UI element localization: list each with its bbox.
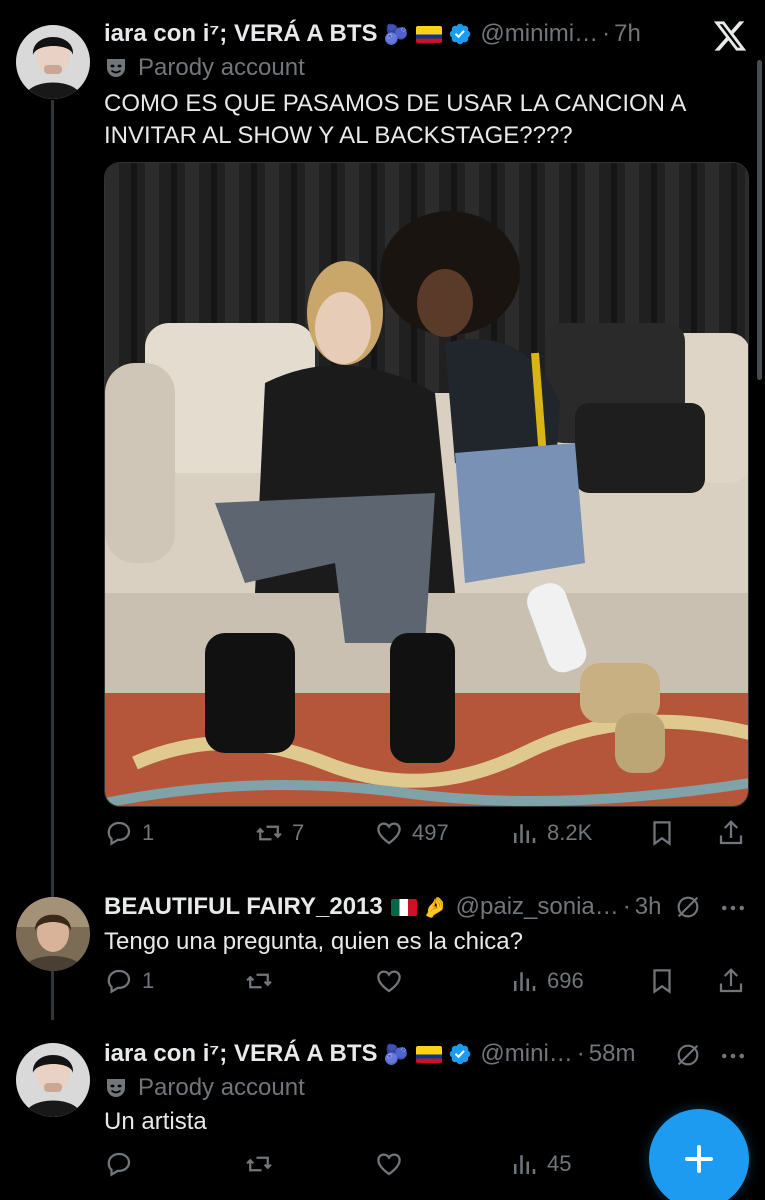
bookmark-icon xyxy=(653,969,671,994)
verified-badge-icon xyxy=(450,23,471,45)
thread-connector-line xyxy=(51,100,54,1020)
repost-icon xyxy=(246,1156,272,1172)
reply-actions: 1 696 xyxy=(104,966,744,1002)
scrollbar[interactable] xyxy=(757,60,762,380)
reply-count: 1 xyxy=(142,968,155,993)
compose-button[interactable] xyxy=(649,1109,749,1200)
reply-button[interactable] xyxy=(104,1149,142,1179)
views-count: 696 xyxy=(547,968,584,993)
reply-header: BEAUTIFUL FAIRY_2013 🤌 @paiz_sonia… · 3h xyxy=(104,893,745,921)
repost-button[interactable] xyxy=(244,966,282,996)
like-icon xyxy=(377,1153,401,1176)
blueberry-emoji-icon: 🫐 xyxy=(383,23,409,46)
bookmark-button[interactable] xyxy=(647,966,685,996)
reply-count: 1 xyxy=(142,820,155,845)
author-name[interactable]: BEAUTIFUL FAIRY_2013 xyxy=(104,893,383,921)
views-button[interactable]: 45 xyxy=(509,1149,571,1179)
views-icon xyxy=(514,824,536,843)
like-icon xyxy=(377,822,401,845)
bookmark-icon xyxy=(653,821,671,846)
parody-label-text: Parody account xyxy=(138,1074,305,1101)
parody-label: Parody account xyxy=(104,1074,305,1102)
reply-icon xyxy=(107,821,131,846)
like-button[interactable]: 497 xyxy=(374,818,449,848)
reply-header: iara con i⁷; VERÁ A BTS 🫐 @mini… · 58m xyxy=(104,1040,745,1068)
compose-plus-icon xyxy=(685,1145,713,1173)
repost-icon xyxy=(246,973,272,989)
views-icon xyxy=(514,1155,536,1174)
tweet-header: iara con i⁷; VERÁ A BTS 🫐 @minimi… · 7h xyxy=(104,20,745,48)
timestamp[interactable]: 3h xyxy=(635,893,662,921)
share-button[interactable] xyxy=(716,966,754,996)
repost-count: 7 xyxy=(292,820,305,845)
author-name[interactable]: iara con i⁷; VERÁ A BTS xyxy=(104,20,378,48)
share-button[interactable] xyxy=(716,818,754,848)
parody-mask-icon xyxy=(107,59,125,77)
like-button[interactable] xyxy=(374,1149,412,1179)
tweet-photo[interactable] xyxy=(104,162,749,807)
reply-button[interactable]: 1 xyxy=(104,818,154,848)
reply-button[interactable]: 1 xyxy=(104,966,154,996)
avatar[interactable] xyxy=(16,897,90,971)
views-button[interactable]: 8.2K xyxy=(509,818,592,848)
share-icon xyxy=(719,820,743,845)
verified-badge-icon xyxy=(450,1043,471,1065)
timestamp[interactable]: 58m xyxy=(589,1040,636,1068)
repost-button[interactable] xyxy=(244,1149,282,1179)
blueberry-emoji-icon: 🫐 xyxy=(383,1043,409,1066)
author-handle[interactable]: @mini… xyxy=(480,1040,572,1068)
reply-icon xyxy=(107,1152,131,1177)
mexico-flag-icon xyxy=(390,898,417,916)
like-icon xyxy=(377,970,401,993)
parody-label-text: Parody account xyxy=(138,54,305,81)
grok-icon[interactable] xyxy=(674,893,702,921)
reply-actions: 45 xyxy=(104,1149,744,1185)
more-icon[interactable] xyxy=(718,893,748,923)
like-button[interactable] xyxy=(374,966,412,996)
views-count: 45 xyxy=(547,1151,572,1176)
more-icon[interactable] xyxy=(718,1041,748,1071)
avatar[interactable] xyxy=(16,1043,90,1117)
reply-icon xyxy=(107,969,131,994)
separator-dot: · xyxy=(602,20,611,47)
reply-text: Tengo una pregunta, quien es la chica? xyxy=(104,928,523,955)
separator-dot: · xyxy=(622,893,631,920)
timestamp[interactable]: 7h xyxy=(614,20,641,48)
avatar[interactable] xyxy=(16,25,90,99)
tweet-text: COMO ES QUE PASAMOS DE USAR LA CANCION A… xyxy=(104,90,686,149)
author-handle[interactable]: @minimi… xyxy=(480,20,598,48)
views-count: 8.2K xyxy=(547,820,593,845)
bookmark-button[interactable] xyxy=(647,818,685,848)
separator-dot: · xyxy=(576,1040,585,1067)
tweet-actions: 1 7 497 8.2K xyxy=(104,818,744,854)
parody-mask-icon xyxy=(107,1079,125,1097)
repost-icon xyxy=(256,825,282,841)
colombia-flag-icon xyxy=(416,1045,443,1063)
grok-icon[interactable] xyxy=(674,1041,702,1069)
colombia-flag-icon xyxy=(416,25,443,43)
views-button[interactable]: 696 xyxy=(509,966,584,996)
parody-label: Parody account xyxy=(104,54,305,82)
pinched-fingers-emoji-icon: 🤌 xyxy=(422,896,448,919)
repost-button[interactable]: 7 xyxy=(254,818,304,848)
views-icon xyxy=(514,972,536,991)
share-icon xyxy=(719,968,743,993)
author-name[interactable]: iara con i⁷; VERÁ A BTS xyxy=(104,1040,378,1068)
reply-text: Un artista xyxy=(104,1108,207,1135)
author-handle[interactable]: @paiz_sonia… xyxy=(456,893,619,921)
like-count: 497 xyxy=(412,820,449,845)
